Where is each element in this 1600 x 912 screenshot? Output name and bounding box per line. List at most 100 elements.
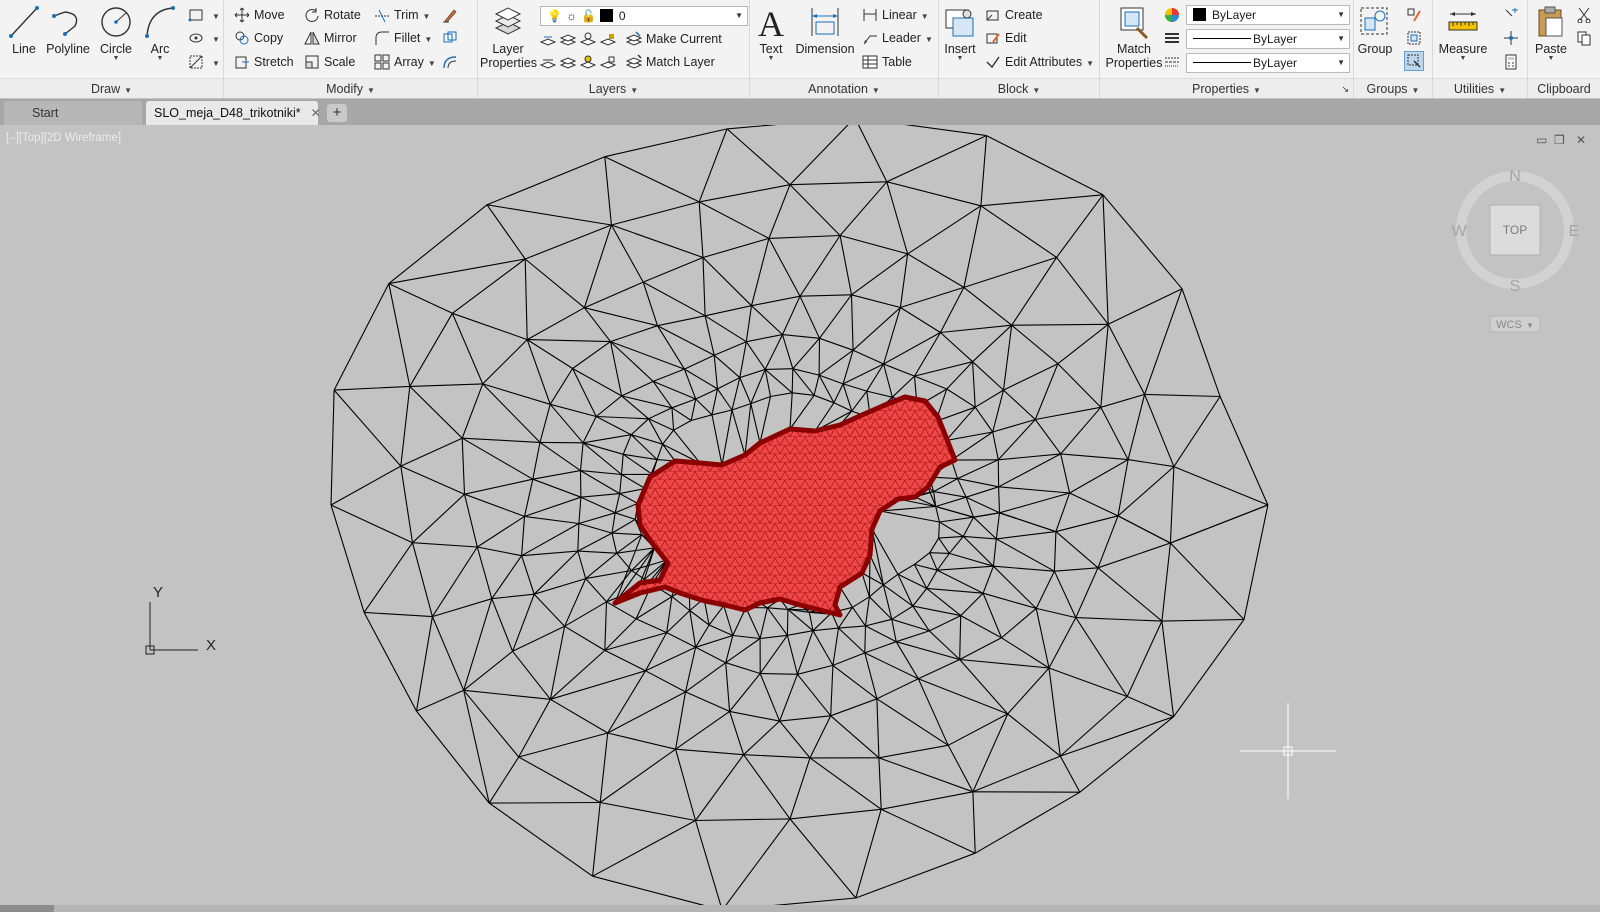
insert-button[interactable]: Insert ▼ — [941, 4, 979, 62]
leader-button[interactable]: Leader ▼ — [862, 27, 933, 49]
hatch-dropdown-icon[interactable]: ▼ — [212, 35, 220, 44]
region-dropdown-icon[interactable]: ▼ — [212, 59, 220, 68]
offset-button[interactable] — [442, 51, 462, 73]
make-current-button[interactable]: Make Current — [626, 28, 722, 50]
circle-button[interactable]: Circle ▼ — [96, 4, 136, 62]
leader-dropdown-icon[interactable]: ▼ — [925, 35, 933, 44]
cut-button[interactable] — [1576, 4, 1596, 26]
tab-drawing[interactable]: SLO_meja_D48_trikotniki* ✕ — [146, 101, 321, 125]
color-wheel-button[interactable] — [1164, 4, 1184, 26]
dimension-button[interactable]: Dimension — [794, 4, 856, 56]
measure-dropdown-icon[interactable]: ▼ — [1437, 55, 1489, 62]
layer-unisolate-icon[interactable] — [560, 31, 576, 47]
copy-button[interactable]: Copy — [234, 27, 283, 49]
lineweight-icon-button[interactable] — [1164, 51, 1184, 73]
layer-off-icon[interactable] — [580, 31, 596, 47]
modify-panel-title[interactable]: Modify ▼ — [224, 78, 477, 98]
properties-panel-title[interactable]: Properties ▼ ↘ — [1100, 78, 1353, 98]
layer-dropdown[interactable]: 💡 ☼ 🔓 0 ▼ — [540, 6, 748, 26]
new-tab-button[interactable]: + — [327, 104, 347, 122]
erase-button[interactable] — [442, 4, 462, 26]
viewport-controls-label[interactable]: [–][Top][2D Wireframe] — [6, 132, 121, 144]
lineweight-dropdown[interactable]: ByLayer ▼ — [1186, 53, 1350, 73]
table-button[interactable]: Table — [862, 51, 912, 73]
mirror-button[interactable]: Mirror — [304, 27, 357, 49]
linear-button[interactable]: Linear ▼ — [862, 4, 929, 26]
lightbulb-icon[interactable]: 💡 — [547, 9, 562, 23]
arc-dropdown-icon[interactable]: ▼ — [142, 55, 178, 62]
linetype-icon-button[interactable] — [1164, 27, 1184, 49]
compass-n[interactable]: N — [1509, 168, 1521, 185]
measure-button[interactable]: Measure ▼ — [1437, 4, 1489, 62]
explode-button[interactable] — [442, 27, 462, 49]
linetype-dropdown[interactable]: ByLayer ▼ — [1186, 29, 1350, 49]
viewcube[interactable]: TOP N S E W WCS ▼ — [1440, 165, 1590, 355]
trim-dropdown-icon[interactable]: ▼ — [423, 12, 431, 21]
layer-isolate-icon[interactable] — [540, 31, 556, 47]
layer-freeze-icon[interactable] — [540, 54, 556, 70]
compass-s[interactable]: S — [1510, 278, 1521, 295]
layer-delete-icon[interactable] — [600, 54, 616, 70]
line-button[interactable]: Line — [6, 4, 42, 56]
fillet-dropdown-icon[interactable]: ▼ — [424, 35, 432, 44]
layer-properties-button[interactable]: Layer Properties — [480, 4, 537, 70]
quick-select-button[interactable] — [1503, 4, 1523, 26]
group-selection-toggle[interactable] — [1404, 51, 1424, 71]
match-properties-button[interactable]: Match Properties — [1104, 4, 1164, 70]
copy-clip-button[interactable] — [1576, 27, 1596, 49]
layer-walk-icon[interactable] — [560, 54, 576, 70]
create-block-button[interactable]: Create — [985, 4, 1043, 26]
paste-button[interactable]: Paste ▼ — [1532, 4, 1570, 62]
rectangle-dropdown-icon[interactable]: ▼ — [212, 12, 220, 21]
utilities-panel-title[interactable]: Utilities ▼ — [1433, 78, 1527, 98]
color-dropdown[interactable]: ByLayer ▼ — [1186, 5, 1350, 25]
fillet-button[interactable]: Fillet ▼ — [374, 27, 432, 49]
calculator-button[interactable] — [1503, 51, 1523, 73]
polyline-button[interactable]: Polyline — [44, 4, 92, 56]
group-button[interactable]: Group — [1356, 4, 1394, 56]
annotation-panel-title[interactable]: Annotation ▼ — [750, 78, 938, 98]
sun-icon[interactable]: ☼ — [566, 9, 577, 23]
region-button[interactable]: ▼ — [188, 51, 220, 73]
circle-dropdown-icon[interactable]: ▼ — [96, 55, 136, 62]
compass-e[interactable]: E — [1569, 223, 1580, 240]
match-layer-button[interactable]: Match Layer — [626, 51, 715, 73]
clipboard-panel-title[interactable]: Clipboard — [1528, 78, 1600, 98]
array-button[interactable]: Array ▼ — [374, 51, 436, 73]
arc-button[interactable]: Arc ▼ — [142, 4, 178, 62]
layers-panel-title[interactable]: Layers ▼ — [478, 78, 749, 98]
drawing-viewport[interactable]: [–][Top][2D Wireframe] ▭ ❐ ✕ TOP N S E W… — [0, 125, 1600, 912]
tab-start[interactable]: Start — [4, 101, 142, 125]
stretch-button[interactable]: Stretch — [234, 51, 294, 73]
linear-dropdown-icon[interactable]: ▼ — [921, 12, 929, 21]
compass-w[interactable]: W — [1451, 223, 1467, 240]
paste-dropdown-icon[interactable]: ▼ — [1532, 55, 1570, 62]
move-button[interactable]: Move — [234, 4, 285, 26]
edit-attributes-button[interactable]: Edit Attributes ▼ — [985, 51, 1094, 73]
layer-lock-icon[interactable] — [600, 31, 616, 47]
id-point-button[interactable] — [1503, 27, 1523, 49]
rectangle-button[interactable]: ▼ — [188, 4, 220, 26]
viewport-restore-icon[interactable]: ❐ — [1554, 133, 1565, 147]
array-dropdown-icon[interactable]: ▼ — [428, 59, 436, 68]
text-dropdown-icon[interactable]: ▼ — [752, 55, 790, 62]
layout-tab-stub[interactable] — [0, 905, 54, 912]
lock-icon[interactable]: 🔓 — [581, 9, 596, 23]
rotate-button[interactable]: Rotate — [304, 4, 361, 26]
insert-dropdown-icon[interactable]: ▼ — [941, 55, 979, 62]
block-panel-title[interactable]: Block ▼ — [939, 78, 1099, 98]
scale-button[interactable]: Scale — [304, 51, 355, 73]
tab-close-icon[interactable]: ✕ — [311, 106, 321, 120]
edit-attributes-dropdown-icon[interactable]: ▼ — [1086, 59, 1094, 68]
viewport-minimize-icon[interactable]: ▭ — [1536, 133, 1547, 147]
viewport-close-icon[interactable]: ✕ — [1576, 133, 1586, 147]
groups-panel-title[interactable]: Groups ▼ — [1354, 78, 1432, 98]
properties-launcher-icon[interactable]: ↘ — [1341, 79, 1349, 99]
text-button[interactable]: A Text ▼ — [752, 4, 790, 62]
edit-block-button[interactable]: Edit — [985, 27, 1027, 49]
hatch-button[interactable]: ▼ — [188, 27, 220, 49]
draw-panel-title[interactable]: Draw ▼ — [0, 78, 223, 98]
trim-button[interactable]: Trim ▼ — [374, 4, 430, 26]
group-edit-button[interactable] — [1406, 27, 1426, 49]
layer-merge-icon[interactable] — [580, 54, 596, 70]
